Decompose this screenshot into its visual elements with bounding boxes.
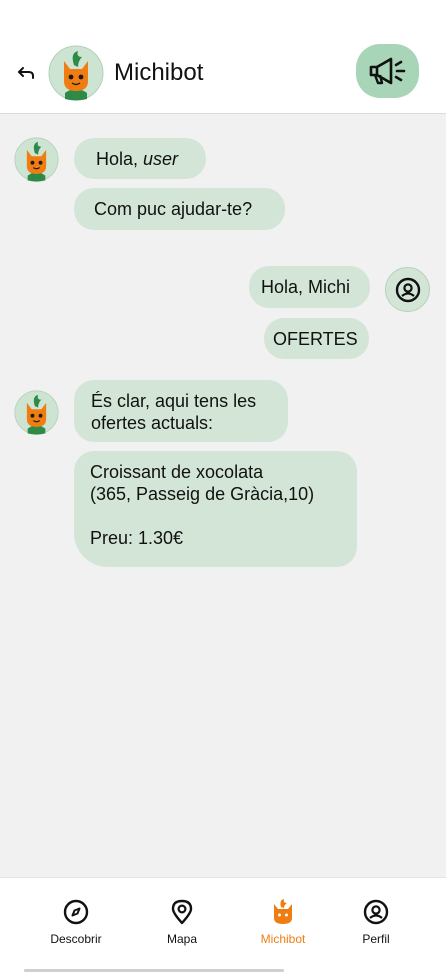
megaphone-icon [369,57,405,85]
bot-message-bubble: Hola, user [74,138,206,179]
bot-avatar [14,390,59,435]
message-text: Hola, [96,149,144,169]
profile-icon [363,899,389,925]
user-name: user [143,149,179,169]
offer-price: Preu: 1.30€ [90,528,184,548]
offer-product: Croissant de xocolata [90,462,264,482]
offer-card[interactable]: Croissant de xocolata (365, Passeig de G… [74,451,357,567]
nav-item-descobrir[interactable]: Descobrir [31,898,121,946]
map-pin-icon [171,899,193,925]
michibot-avatar [48,45,104,101]
offer-address: (365, Passeig de Gràcia,10) [90,484,315,504]
nav-item-mapa[interactable]: Mapa [137,898,227,946]
user-avatar [385,267,430,312]
home-indicator [24,969,284,972]
michibot-icon [274,899,292,924]
announcement-button[interactable] [356,44,419,98]
chat-header: Michibot [0,0,446,114]
message-line: És clar, aqui tens les [91,391,257,411]
nav-label: Michibot [260,932,306,946]
message-text: Com puc ajudar-te? [94,199,253,219]
message-text: OFERTES [273,329,358,349]
nav-label: Descobrir [50,932,102,946]
nav-item-michibot[interactable]: Michibot [238,898,328,946]
user-message-bubble: OFERTES [264,318,369,359]
nav-label: Mapa [166,932,198,946]
bottom-nav: Descobrir Mapa Michibot Perfil [0,877,446,973]
nav-item-perfil[interactable]: Perfil [331,898,421,946]
message-text: Hola, Michi [261,277,351,297]
compass-icon [63,899,89,925]
bot-message-bubble: Com puc ajudar-te? [74,188,285,230]
bot-message-bubble: És clar, aqui tens les ofertes actuals: [74,380,288,442]
back-arrow-icon[interactable] [14,60,38,84]
profile-icon [395,277,420,302]
bot-avatar [14,137,59,182]
user-message-bubble: Hola, Michi [249,266,370,308]
nav-label: Perfil [362,932,390,946]
message-line: ofertes actuals: [91,413,214,433]
page-title: Michibot [114,59,204,86]
